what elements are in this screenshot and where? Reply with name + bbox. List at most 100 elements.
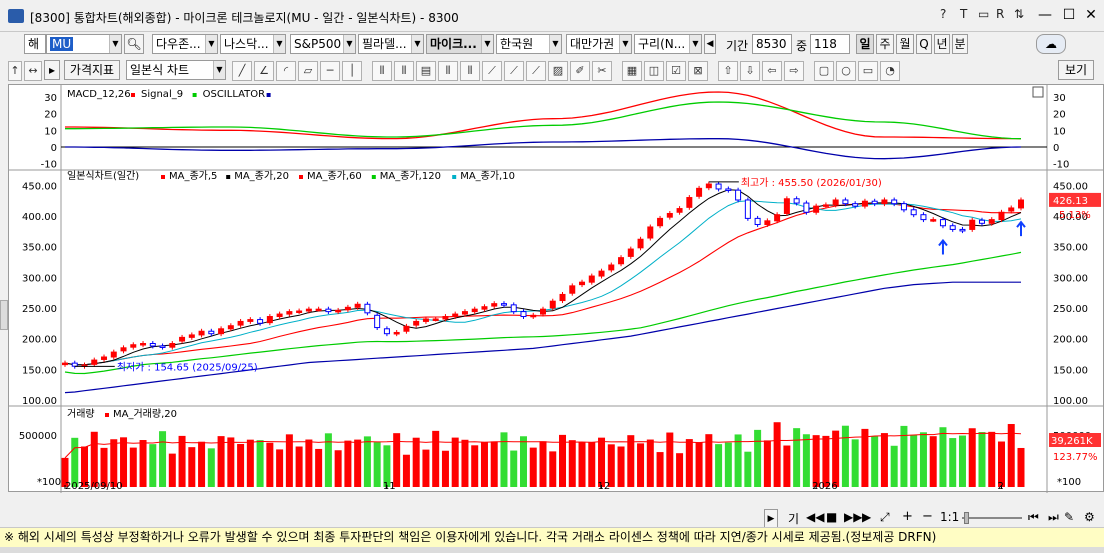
line-tool-icon[interactable]: ╱	[232, 61, 252, 81]
fit-icon[interactable]: ⤢	[880, 510, 890, 525]
volume-bar	[295, 446, 303, 487]
interval-week[interactable]: 주	[876, 34, 894, 54]
restore-layout-icon[interactable]: ▭	[978, 7, 989, 21]
arrow-up-icon[interactable]: ↑	[8, 61, 22, 81]
candle-body	[793, 198, 800, 204]
hline-tool-icon[interactable]: ─	[320, 61, 340, 81]
zoom-slider-handle[interactable]	[964, 512, 969, 524]
arc-tool-icon[interactable]: ◜	[276, 61, 296, 81]
tab-scroll-left-icon[interactable]: ◀	[704, 34, 716, 54]
candle-body	[910, 209, 917, 216]
tab-micron[interactable]: 마이크... ▼	[426, 34, 494, 54]
interval-quarter[interactable]: Q	[916, 34, 932, 54]
tab-sox[interactable]: 필라델... ▼	[358, 34, 424, 54]
rectangle-tool-icon[interactable]: ▢	[814, 61, 834, 81]
last-page-icon[interactable]: ⏭	[1048, 510, 1059, 525]
candle-body	[452, 313, 459, 318]
play-icon[interactable]: ▶	[862, 510, 871, 524]
fast-forward-icon[interactable]: ▶▶	[844, 510, 862, 524]
time-tool-icon[interactable]: ⦀	[460, 61, 480, 81]
left-panel-toggle[interactable]	[0, 300, 8, 330]
window-icon[interactable]: ◫	[644, 61, 664, 81]
cloud-icon[interactable]: ☁	[1036, 34, 1066, 54]
edit-icon[interactable]: ✎	[1064, 510, 1074, 524]
volume-bar	[754, 429, 762, 487]
interval-day[interactable]: 일	[856, 34, 874, 54]
symbol-toolbar: 해 MU ▼ 🔍︎ 다우존... ▼ 나스닥... ▼ S&P500 ▼ 필라델...…	[0, 34, 1104, 58]
rewind-icon[interactable]: ◀◀	[806, 510, 824, 524]
t-button[interactable]: T	[960, 7, 967, 21]
zoom-in-icon[interactable]: +	[902, 509, 913, 524]
zoom-slider-track[interactable]	[962, 517, 1022, 519]
candle-body	[266, 316, 273, 324]
checkbox-icon[interactable]: ☑	[666, 61, 686, 81]
chevron-down-icon[interactable]: ▼	[109, 35, 121, 53]
pie-tool-icon[interactable]: ◔	[880, 61, 900, 81]
cut-tool-icon[interactable]: ✂	[592, 61, 612, 81]
circle-tool-icon[interactable]: ○	[836, 61, 856, 81]
tab-krw[interactable]: 한국원 ▼	[496, 34, 562, 54]
scroll-right-icon[interactable]: ▶	[764, 509, 778, 529]
delete-icon[interactable]: ⊠	[688, 61, 708, 81]
fibo-tool-icon[interactable]: ⦀	[372, 61, 392, 81]
palette-icon[interactable]: ▦	[622, 61, 642, 81]
parallel-tool-icon[interactable]: ⟋	[504, 61, 524, 81]
gann-tool-icon[interactable]: ⦀	[394, 61, 414, 81]
fill-tool-icon[interactable]: ▨	[548, 61, 568, 81]
view-button[interactable]: 보기	[1058, 60, 1094, 80]
stop-icon[interactable]: ■	[826, 510, 837, 524]
minimize-button[interactable]: —	[1032, 4, 1058, 26]
indicator-button[interactable]: 가격지표	[64, 60, 120, 80]
volume-bar	[939, 427, 947, 487]
cycle-tool-icon[interactable]: ⦀	[438, 61, 458, 81]
period-input[interactable]: 8530	[752, 34, 792, 54]
tab-copper[interactable]: 구리(N... ▼	[634, 34, 702, 54]
volume-bar	[871, 436, 879, 487]
toggle-icon[interactable]: ▸	[44, 60, 60, 80]
symbol-input[interactable]: MU ▼	[46, 34, 122, 54]
interval-year[interactable]: 년	[934, 34, 950, 54]
tab-dow[interactable]: 다우존... ▼	[152, 34, 218, 54]
chart-area[interactable]: 30 30 20 20 10 10 0 0 -10 -10 MACD_12,26 Signal_9 OS…	[8, 84, 1104, 493]
channel-tool-icon[interactable]: ▱	[298, 61, 318, 81]
tab-sp500[interactable]: S&P500 ▼	[290, 34, 356, 54]
close-button[interactable]: ✕	[1078, 4, 1104, 26]
grid-tool-icon[interactable]: ▤	[416, 61, 436, 81]
interval-minute[interactable]: 분	[952, 34, 968, 54]
market-selector[interactable]: 해	[24, 34, 46, 54]
price-ytick-right: 350.00	[1053, 243, 1088, 254]
volume-bar	[861, 428, 869, 487]
tab-nasdaq[interactable]: 나스닥... ▼	[220, 34, 286, 54]
volume-bar	[968, 428, 976, 487]
r-icon[interactable]: R	[996, 7, 1004, 21]
chart-svg[interactable]: 30 30 20 20 10 10 0 0 -10 -10 MACD_12,26 Signal_9 OS…	[9, 85, 1104, 493]
settings-icon[interactable]: ⚙	[1084, 510, 1095, 524]
chevron-down-icon: ▼	[273, 35, 285, 53]
tab-taiex[interactable]: 대만가권 ▼	[566, 34, 632, 54]
angle-tool-icon[interactable]: ∠	[254, 61, 274, 81]
count-input[interactable]: 118	[810, 34, 850, 54]
macd-ytick-left: 30	[44, 93, 57, 104]
macd-ytick-right: 0	[1053, 143, 1059, 154]
pitchfork-tool-icon[interactable]: ⟋	[526, 61, 546, 81]
left-arrow-icon[interactable]: ⇦	[762, 61, 782, 81]
candle-body	[569, 285, 576, 294]
down-arrow-icon[interactable]: ⇩	[740, 61, 760, 81]
help-button[interactable]: ?	[940, 7, 946, 21]
interval-month[interactable]: 월	[896, 34, 914, 54]
volume-bar	[471, 445, 479, 487]
right-arrow-icon[interactable]: ⇨	[784, 61, 804, 81]
candle-body	[754, 217, 761, 226]
trend-tool-icon[interactable]: ⟋	[482, 61, 502, 81]
box-tool-icon[interactable]: ▭	[858, 61, 878, 81]
search-icon[interactable]: 🔍︎	[124, 34, 144, 54]
zoom-out-icon[interactable]: −	[922, 509, 933, 524]
volume-bar	[880, 433, 888, 487]
chart-type-select[interactable]: 일본식 차트 ▼	[126, 60, 226, 80]
first-page-icon[interactable]: ⏮	[1028, 510, 1039, 525]
link-icon[interactable]: ⇅	[1014, 7, 1024, 21]
up-arrow-icon[interactable]: ⇧	[718, 61, 738, 81]
expand-horizontal-icon[interactable]: ↔	[24, 61, 42, 81]
pen-tool-icon[interactable]: ✐	[570, 61, 590, 81]
vline-tool-icon[interactable]: │	[342, 61, 362, 81]
